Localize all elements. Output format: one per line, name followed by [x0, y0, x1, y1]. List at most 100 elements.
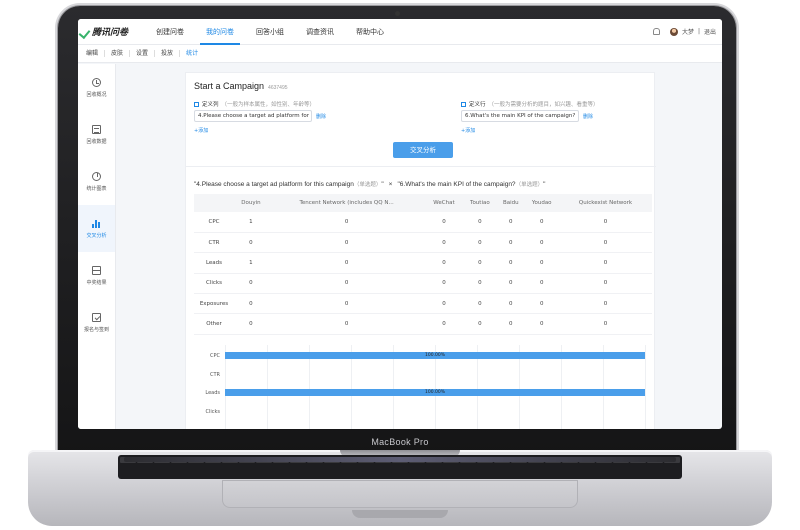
- table-cell: 1: [234, 252, 268, 274]
- table-cell: 0: [462, 313, 498, 335]
- tab-edit[interactable]: 编辑: [80, 50, 106, 57]
- nav-create-survey[interactable]: 创建问卷: [150, 19, 190, 45]
- top-navigation: 腾讯问卷 创建问卷 我的问卷 回答小组 调查资讯 帮助中心 大梦 | 退出: [78, 19, 722, 45]
- nav-help-center[interactable]: 帮助中心: [350, 19, 390, 45]
- category-label: Leads: [205, 390, 220, 396]
- table-cell: 0: [524, 252, 559, 274]
- table-cell: 0: [425, 232, 463, 254]
- delete-row-link[interactable]: 删除: [583, 113, 593, 120]
- nav-my-surveys[interactable]: 我的问卷: [200, 19, 240, 45]
- question-type-tag: （单选题）: [515, 182, 544, 188]
- avatar[interactable]: [669, 27, 678, 36]
- table-cell: 0: [234, 232, 268, 254]
- app-screen: 腾讯问卷 创建问卷 我的问卷 回答小组 调查资讯 帮助中心 大梦 | 退出 编辑…: [78, 19, 722, 429]
- add-row-link[interactable]: +添加: [461, 127, 475, 134]
- table-row: Exposures 0 0 0 0 0 0 0: [194, 293, 652, 315]
- table-row: Leads 1 0 0 0 0 0 0: [194, 252, 652, 274]
- brand-logo[interactable]: 腾讯问卷: [80, 25, 140, 38]
- delete-column-link[interactable]: 删除: [316, 113, 326, 120]
- bar-value-label: 100.00%: [425, 390, 446, 395]
- table-cell: 0: [558, 273, 652, 295]
- table-cell: 0: [524, 232, 559, 254]
- clock-icon: [92, 77, 101, 87]
- grid-line: [645, 345, 646, 429]
- category-label: CPC: [210, 353, 220, 359]
- tab-distribute[interactable]: 投放: [155, 50, 181, 57]
- custom-row-label: 定义行 （一般为需要分析的题目，如兴趣、看重等）: [461, 100, 599, 108]
- row-header-cell: Clicks: [194, 273, 234, 295]
- row-header-cell: CTR: [194, 232, 234, 254]
- sidebar-item-label: 回收数据: [86, 138, 107, 145]
- notification-bell-icon[interactable]: [652, 28, 660, 35]
- table-cell: 0: [425, 273, 463, 295]
- table-cell: 0: [267, 273, 426, 295]
- touch-bar: [124, 457, 676, 462]
- bar-chart-icon: [92, 219, 101, 228]
- sidebar-item-label: 交叉分析: [86, 232, 107, 239]
- table-cell: 0: [267, 313, 426, 335]
- table-cell: 0: [558, 252, 652, 274]
- nav-answer-group[interactable]: 回答小组: [250, 19, 290, 45]
- table-cell: 1: [234, 212, 268, 233]
- crosstab-table: Douyin Tencent Network (includes QQ N...…: [194, 194, 652, 335]
- row-header-cell: Leads: [194, 252, 234, 274]
- times-sign: ×: [388, 181, 393, 188]
- table-cell: 0: [497, 293, 525, 315]
- crosstab-question-2: "6.What's the main KPI of the campaign?: [397, 181, 516, 188]
- category-label: CTR: [209, 371, 220, 378]
- row-question-select[interactable]: 6.What's the main KPI of the campaign?: [461, 110, 579, 122]
- quote-mark: ": [381, 181, 384, 188]
- sidebar-item-label: 中奖结果: [86, 279, 107, 286]
- table-cell: 0: [497, 232, 525, 254]
- table-header-cell: Douyin: [234, 194, 268, 212]
- crosstab-question-1: "4.Please choose a target ad platform fo…: [194, 181, 354, 188]
- add-column-link[interactable]: +添加: [194, 127, 208, 134]
- table-cell: 0: [558, 313, 652, 335]
- table-cell: 0: [267, 232, 426, 254]
- sidebar-item-collection-overview[interactable]: 回收概况: [78, 64, 115, 111]
- table-cell: 0: [267, 252, 426, 274]
- sidebar-item-cross-analysis[interactable]: 交叉分析: [78, 205, 115, 252]
- tab-statistics[interactable]: 统计: [180, 50, 204, 57]
- cross-analysis-button[interactable]: 交叉分析: [393, 142, 453, 158]
- table-cell: 0: [524, 313, 559, 335]
- device-label: MacBook Pro: [371, 437, 429, 447]
- custom-column-hint: （一般为样本属性，如性别、年龄等）: [221, 102, 316, 108]
- user-name[interactable]: 大梦: [682, 27, 694, 36]
- table-cell: 0: [462, 232, 498, 254]
- table-cell: 0: [425, 212, 463, 233]
- table-header-cell: [194, 194, 234, 212]
- table-row: CTR 0 0 0 0 0 0 0: [194, 232, 652, 254]
- user-area: 大梦 | 退出: [652, 27, 716, 36]
- table-row: Other 0 0 0 0 0 0 0: [194, 313, 652, 335]
- sidebar-item-collection-data[interactable]: 回收数据: [78, 111, 115, 158]
- tab-skin[interactable]: 皮肤: [105, 50, 131, 57]
- table-cell: 0: [234, 293, 268, 315]
- table-cell: 0: [462, 293, 498, 315]
- row-header-cell: CPC: [194, 212, 234, 233]
- survey-subnav: 编辑 皮肤 设置 投放 统计: [78, 45, 722, 63]
- tab-settings[interactable]: 设置: [130, 50, 156, 57]
- custom-column-title: 定义列: [202, 102, 219, 108]
- table-row: Clicks 0 0 0 0 0 0 0: [194, 273, 652, 295]
- lid-notch: [352, 510, 448, 518]
- pie-chart-icon: [92, 171, 101, 181]
- table-header-row: Douyin Tencent Network (includes QQ N...…: [194, 194, 652, 212]
- sidebar-item-charts[interactable]: 统计图表: [78, 158, 115, 205]
- table-cell: 0: [267, 212, 426, 233]
- logout-link[interactable]: 退出: [704, 27, 716, 36]
- quote-mark: ": [543, 181, 546, 188]
- trackpad: [222, 480, 578, 508]
- signup-icon: [92, 312, 101, 322]
- sidebar-item-signup[interactable]: 报名与签到: [78, 299, 115, 346]
- table-row: CPC 1 0 0 0 0 0 0: [194, 212, 652, 233]
- crosstab-title: "4.Please choose a target ad platform fo…: [194, 180, 545, 188]
- nav-survey-news[interactable]: 调查资讯: [300, 19, 340, 45]
- column-question-select[interactable]: 4.Please choose a target ad platform for: [194, 110, 312, 122]
- table-header-cell: WeChat: [425, 194, 463, 212]
- sidebar-item-prize-results[interactable]: 中奖结果: [78, 252, 115, 299]
- table-cell: 0: [524, 273, 559, 295]
- sidebar-item-label: 统计图表: [86, 185, 107, 192]
- table-cell: 0: [524, 212, 559, 233]
- table-header-cell: Quickexist Network: [558, 194, 652, 212]
